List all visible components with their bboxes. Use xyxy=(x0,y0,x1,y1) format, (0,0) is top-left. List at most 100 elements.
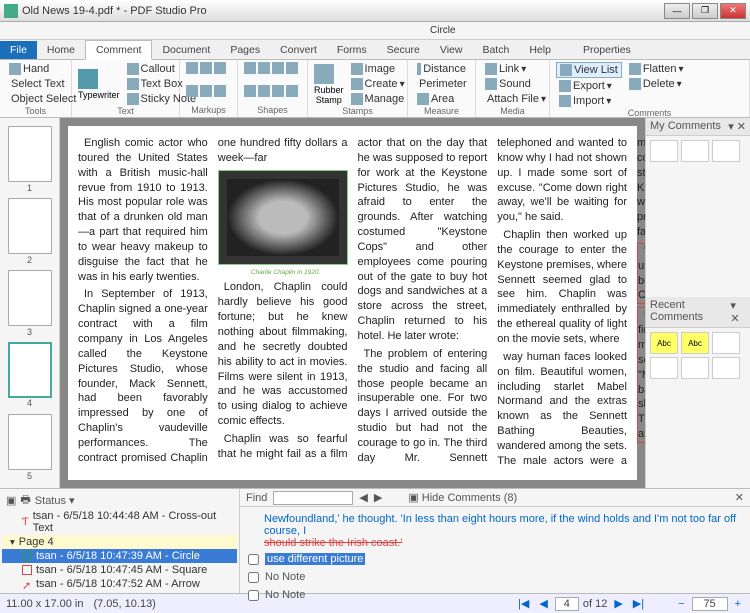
typewriter-tool[interactable]: Typewriter xyxy=(78,90,120,100)
tab-document[interactable]: Document xyxy=(152,41,220,59)
delete-icon xyxy=(629,78,641,90)
rubber-stamp-tool[interactable]: Rubber Stamp xyxy=(314,85,344,105)
polyline-icon[interactable] xyxy=(272,85,284,97)
create-stamp[interactable]: Create ▾ xyxy=(348,77,408,91)
recent-comment[interactable] xyxy=(681,357,709,379)
cloud-icon[interactable] xyxy=(258,85,270,97)
comment-preset[interactable] xyxy=(681,140,709,162)
tab-forms[interactable]: Forms xyxy=(327,41,377,59)
manage-stamp[interactable]: Manage xyxy=(348,92,408,106)
comment-checkbox[interactable] xyxy=(248,554,259,565)
comment-text: Newfoundland,' he thought. 'In less than… xyxy=(264,513,746,537)
recent-comment[interactable] xyxy=(712,332,740,354)
tab-properties[interactable]: Properties xyxy=(573,41,641,59)
highlight-icon[interactable] xyxy=(186,62,198,74)
cursor-coords: (7.05, 10.13) xyxy=(93,598,155,610)
thumbnail-panel xyxy=(0,118,60,488)
comment-preset[interactable] xyxy=(712,140,740,162)
sound-tool[interactable]: Sound xyxy=(482,77,543,91)
squiggly-icon[interactable] xyxy=(186,85,198,97)
annotation-square-2[interactable]: He was fascinated to find that movies we… xyxy=(637,307,645,443)
arrow-shape-icon: ➚ xyxy=(22,579,32,589)
export-button[interactable]: Export ▾ xyxy=(556,79,622,93)
comment-checkbox[interactable] xyxy=(248,590,259,601)
replace-icon[interactable] xyxy=(214,85,226,97)
import-icon xyxy=(559,95,571,107)
comment-preset[interactable] xyxy=(650,140,678,162)
comment-item-selected[interactable]: tsan - 6/5/18 10:47:39 AM - Circle xyxy=(2,549,237,563)
tab-secure[interactable]: Secure xyxy=(377,41,430,59)
page-thumb-3[interactable] xyxy=(8,270,52,326)
polygon-icon[interactable] xyxy=(244,85,256,97)
tab-convert[interactable]: Convert xyxy=(270,41,327,59)
view-list-button[interactable]: View List xyxy=(556,62,622,78)
page-thumb-2[interactable] xyxy=(8,198,52,254)
recent-comment[interactable] xyxy=(712,357,740,379)
circle-icon[interactable] xyxy=(244,62,256,74)
app-icon xyxy=(4,4,18,18)
comment-checkbox[interactable] xyxy=(248,572,259,583)
recent-highlight[interactable]: Abc xyxy=(681,332,709,354)
status-dropdown[interactable]: Status ▾ xyxy=(35,494,75,507)
find-next[interactable]: ▶ xyxy=(374,491,382,504)
comment-item[interactable]: Ƭtsan - 6/5/18 10:44:48 AM - Cross-out T… xyxy=(2,509,237,535)
square-icon[interactable] xyxy=(258,62,270,74)
side-panel: My Comments▾ ✕ Recent Comments▾ ✕ Abc Ab… xyxy=(645,118,750,488)
maximize-button[interactable]: ❐ xyxy=(692,3,718,19)
document-viewport[interactable]: English comic actor who toured the Unite… xyxy=(60,118,645,488)
print-icon[interactable]: 🖶 xyxy=(20,491,30,510)
tab-view[interactable]: View xyxy=(430,41,473,59)
hide-comments-toggle[interactable]: ▣ Hide Comments (8) xyxy=(408,491,517,504)
underline-icon[interactable] xyxy=(200,62,212,74)
page-group[interactable]: ▾ Page 4 xyxy=(2,535,237,549)
import-button[interactable]: Import ▾ xyxy=(556,94,622,108)
perimeter-tool[interactable]: Perimeter xyxy=(414,77,469,91)
manage-icon xyxy=(351,93,363,105)
image-stamp[interactable]: Image xyxy=(348,62,408,76)
line-icon[interactable] xyxy=(272,62,284,74)
comment-item[interactable]: tsan - 6/5/18 10:47:45 AM - Square xyxy=(2,563,237,577)
select-text-tool[interactable]: Select Text xyxy=(6,77,65,91)
tab-help[interactable]: Help xyxy=(519,41,561,59)
distance-icon xyxy=(417,63,421,75)
tab-home[interactable]: Home xyxy=(37,41,85,59)
distance-tool[interactable]: Distance xyxy=(414,62,469,76)
recent-comment[interactable] xyxy=(650,357,678,379)
insert-icon[interactable] xyxy=(200,85,212,97)
tab-batch[interactable]: Batch xyxy=(472,41,519,59)
comment-item[interactable]: ➚tsan - 6/5/18 10:47:52 AM - Arrow xyxy=(2,577,237,591)
page-content: English comic actor who toured the Unite… xyxy=(68,126,637,480)
pencil-icon[interactable] xyxy=(286,85,298,97)
attach-tool[interactable]: Attach File ▾ xyxy=(482,92,543,106)
comments-panel: ▣ 🖶 Status ▾ Ƭtsan - 6/5/18 10:44:48 AM … xyxy=(0,488,750,593)
minimize-button[interactable]: — xyxy=(664,3,690,19)
chaplin-photo xyxy=(218,170,348,265)
hand-tool[interactable]: Hand xyxy=(6,62,65,76)
comment-note-selected[interactable]: use different picture xyxy=(265,553,365,565)
page-thumb-4[interactable] xyxy=(8,342,52,398)
hand-icon xyxy=(9,63,21,75)
image-icon xyxy=(351,63,363,75)
expand-icon[interactable]: ▣ xyxy=(6,494,16,507)
panel-menu-icon[interactable]: ▾ ✕ xyxy=(728,120,746,133)
flatten-button[interactable]: Flatten ▾ xyxy=(626,62,687,76)
recent-header: Recent Comments xyxy=(650,299,730,325)
annotation-square[interactable]: "It was a strange and unique atmosphere … xyxy=(637,243,645,304)
object-select-tool[interactable]: Object Select xyxy=(6,92,65,106)
close-button[interactable]: ✕ xyxy=(720,3,746,19)
recent-highlight[interactable]: Abc xyxy=(650,332,678,354)
panel-menu-icon[interactable]: ▾ ✕ xyxy=(730,299,746,325)
delete-button[interactable]: Delete ▾ xyxy=(626,77,687,91)
page-thumb-5[interactable] xyxy=(8,414,52,470)
page-thumb-1[interactable] xyxy=(8,126,52,182)
tab-comment[interactable]: Comment xyxy=(85,40,153,60)
tab-file[interactable]: File xyxy=(0,41,37,59)
link-tool[interactable]: Link ▾ xyxy=(482,62,543,76)
tab-pages[interactable]: Pages xyxy=(220,41,270,59)
close-comments-panel[interactable]: ✕ xyxy=(735,491,744,504)
find-prev[interactable]: ◀ xyxy=(359,491,367,504)
strikeout-icon[interactable] xyxy=(214,62,226,74)
find-input[interactable] xyxy=(273,491,353,505)
area-tool[interactable]: Area xyxy=(414,92,469,106)
arrow-icon[interactable] xyxy=(286,62,298,74)
